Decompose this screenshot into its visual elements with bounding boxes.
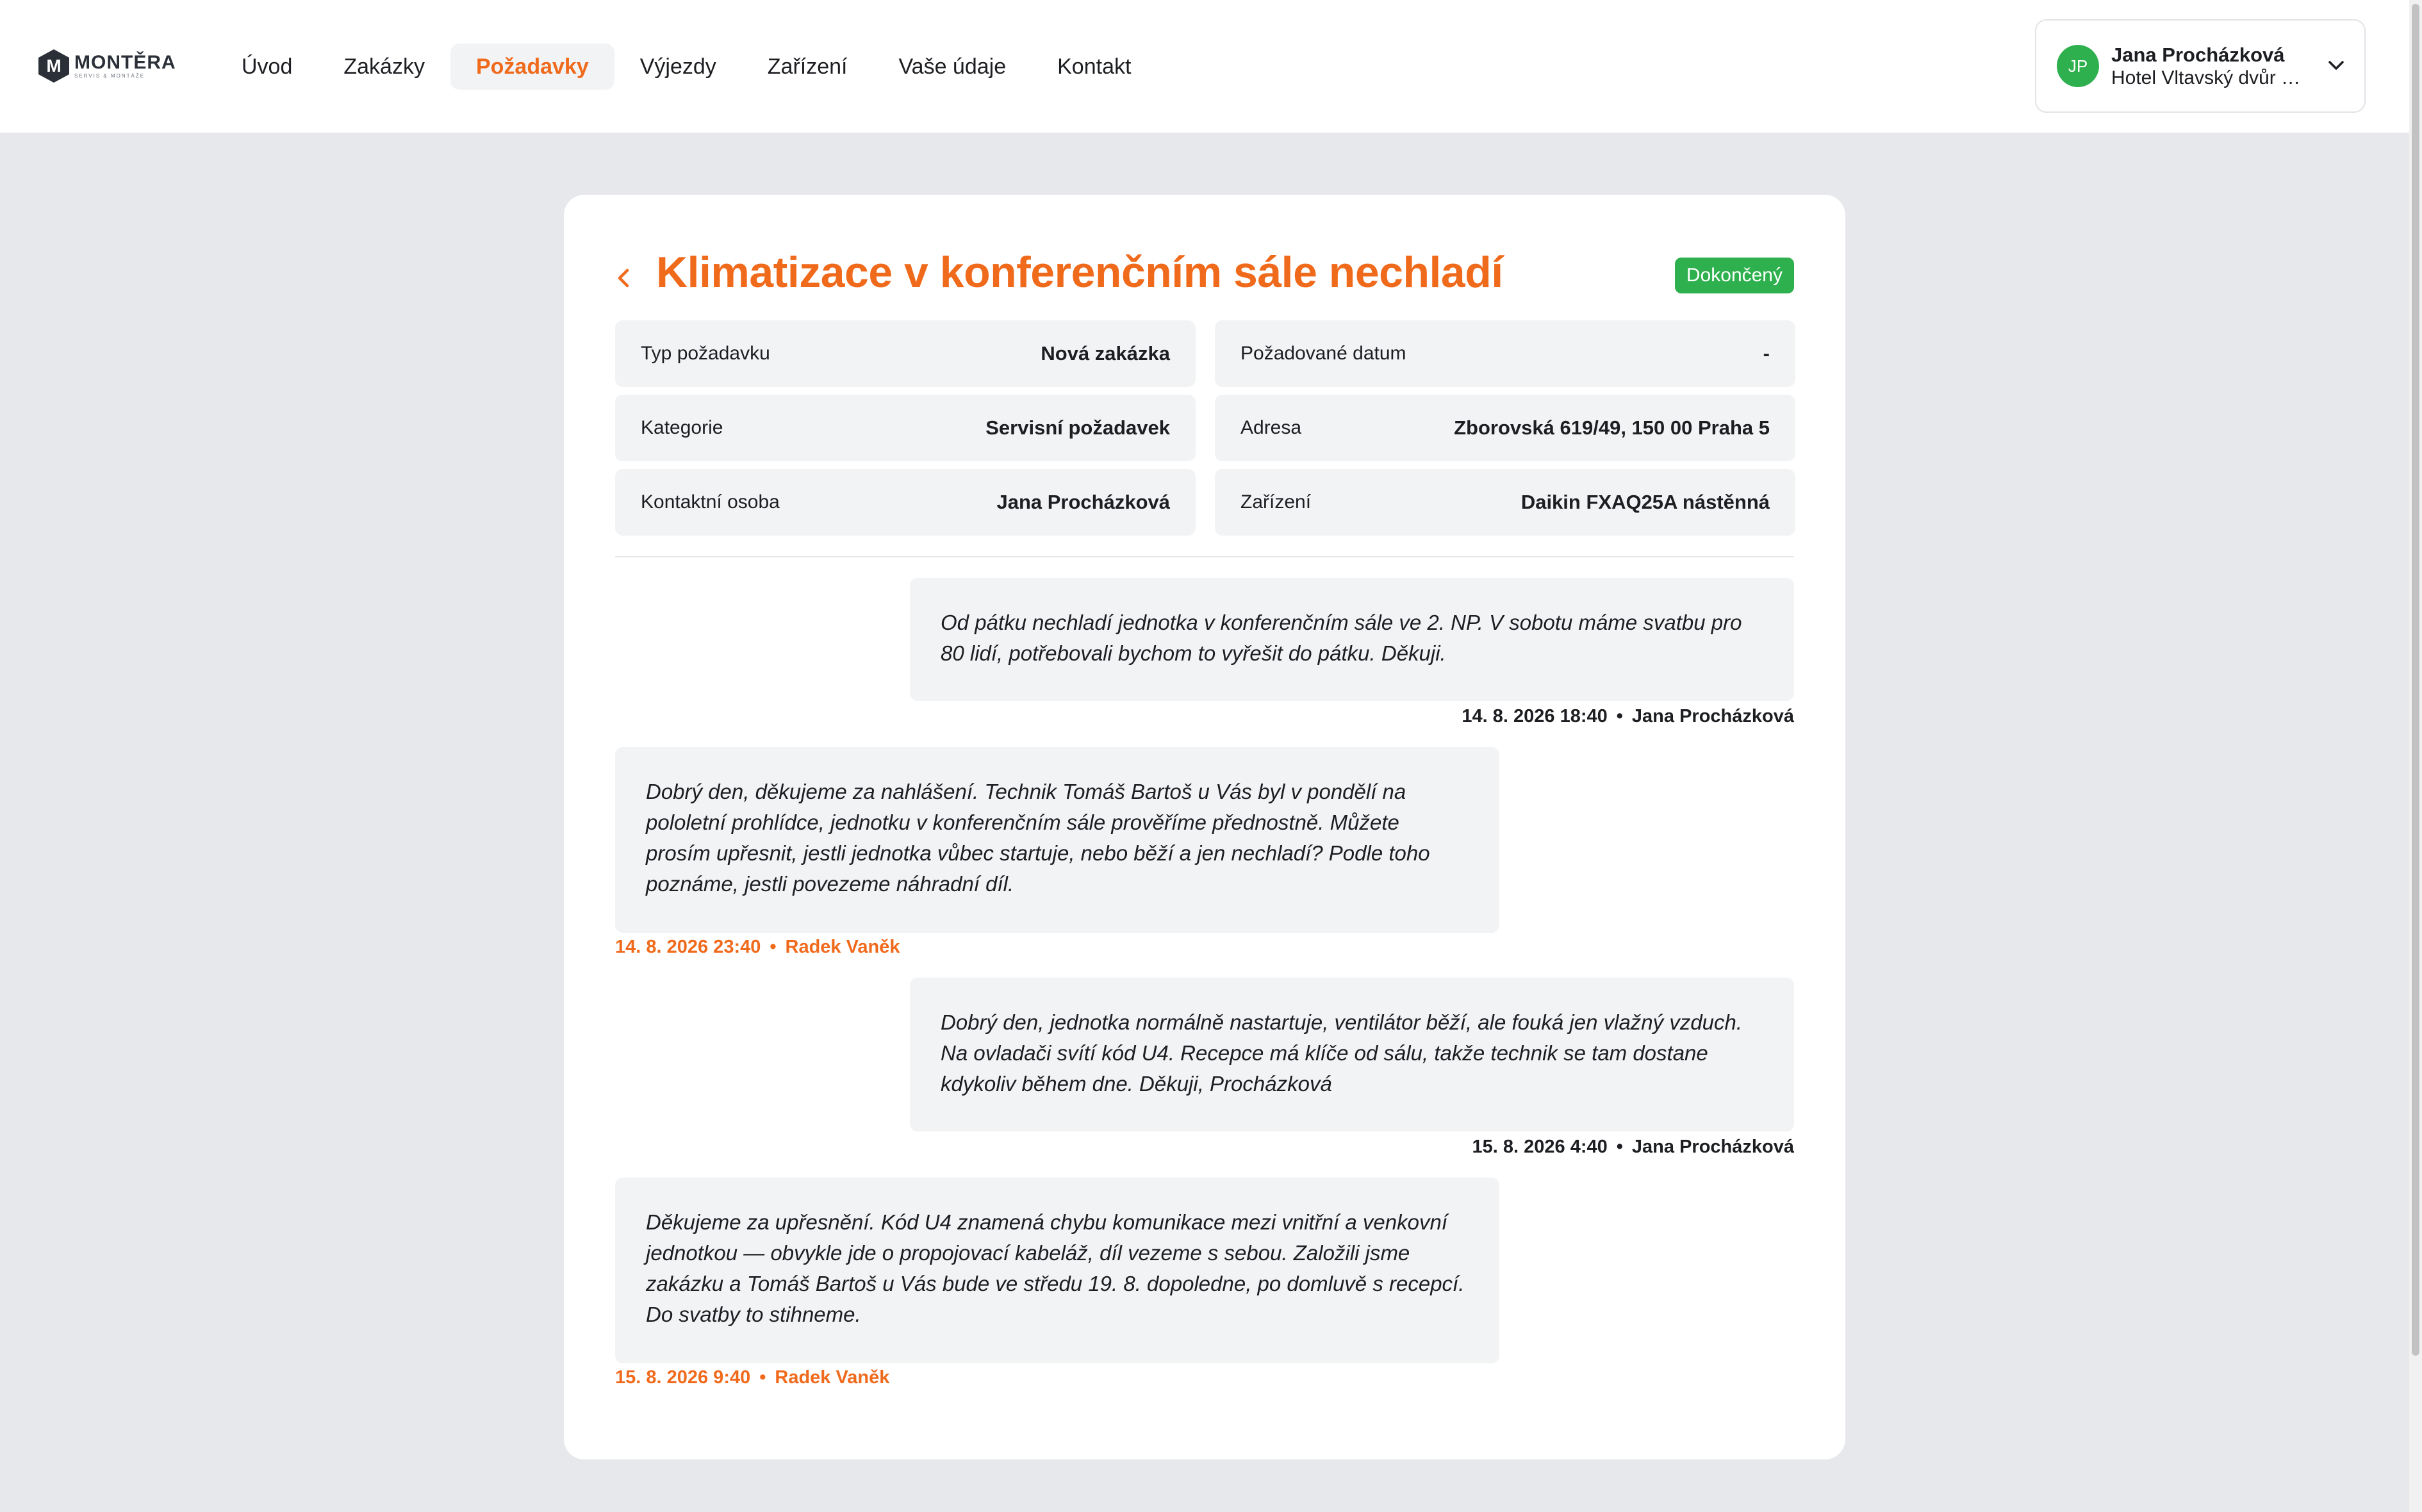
- field-kontaktni-osoba: Kontaktní osoba Jana Procházková: [615, 469, 1196, 536]
- field-value: Zborovská 619/49, 150 00 Praha 5: [1454, 416, 1770, 439]
- scrollbar-thumb[interactable]: [2412, 4, 2419, 1356]
- message-author: Radek Vaněk: [775, 1367, 890, 1388]
- nav-item-vase-udaje[interactable]: Vaše údaje: [873, 44, 1032, 90]
- field-kategorie: Kategorie Servisní požadavek: [615, 395, 1196, 461]
- field-adresa: Adresa Zborovská 619/49, 150 00 Praha 5: [1215, 395, 1795, 461]
- message-staff: Děkujeme za upřesnění. Kód U4 znamená ch…: [615, 1178, 1499, 1363]
- status-badge: Dokončený: [1674, 258, 1794, 293]
- back-chevron-left-icon[interactable]: [612, 260, 635, 296]
- nav-item-pozadavky[interactable]: Požadavky: [450, 44, 614, 90]
- message-time: 15. 8. 2026 9:40: [615, 1367, 751, 1388]
- user-organization: Hotel Vltavský dvůr s.r.o.: [2111, 67, 2303, 88]
- meta-separator: •: [1616, 1137, 1623, 1157]
- field-value: -: [1763, 342, 1770, 365]
- meta-separator: •: [1616, 706, 1623, 727]
- message-time: 15. 8. 2026 4:40: [1472, 1137, 1608, 1157]
- page-scrollbar[interactable]: [2409, 0, 2422, 1512]
- message-staff: Dobrý den, děkujeme za nahlášení. Techni…: [615, 747, 1499, 933]
- message-author: Jana Procházková: [1631, 1137, 1794, 1157]
- divider: [615, 556, 1794, 557]
- message-customer: Dobrý den, jednotka normálně nastartuje,…: [910, 978, 1794, 1131]
- message-author: Jana Procházková: [1631, 706, 1794, 727]
- field-zarizeni: Zařízení Daikin FXAQ25A nástěnná: [1215, 469, 1795, 536]
- message-meta: 14. 8. 2026 23:40 • Radek Vaněk: [615, 937, 900, 958]
- chevron-down-icon: [2328, 61, 2344, 70]
- nav-item-zakazky[interactable]: Zakázky: [318, 44, 450, 90]
- field-label: Kontaktní osoba: [641, 491, 780, 513]
- nav-item-kontakt[interactable]: Kontakt: [1032, 44, 1157, 90]
- request-detail-card: Klimatizace v konferenčním sále nechladí…: [564, 195, 1845, 1459]
- logo-mark-icon: M: [38, 49, 69, 83]
- nav-item-zarizeni[interactable]: Zařízení: [742, 44, 873, 90]
- field-label: Adresa: [1240, 417, 1302, 438]
- logo-text: MONTĚRA SERVIS & MONTÁŽE: [74, 53, 176, 79]
- message-customer: Od pátku nechladí jednotka v konferenční…: [910, 578, 1794, 701]
- message-meta: 14. 8. 2026 18:40 • Jana Procházková: [1462, 706, 1794, 727]
- field-value: Nová zakázka: [1041, 342, 1170, 365]
- field-value: Daikin FXAQ25A nástěnná: [1520, 491, 1770, 513]
- avatar: JP: [2057, 45, 2099, 87]
- message-author: Radek Vaněk: [785, 937, 900, 957]
- field-label: Požadované datum: [1240, 343, 1406, 364]
- message-meta: 15. 8. 2026 4:40 • Jana Procházková: [1472, 1137, 1794, 1158]
- nav-item-vyjezdy[interactable]: Výjezdy: [614, 44, 742, 90]
- field-label: Zařízení: [1240, 491, 1312, 513]
- field-value: Jana Procházková: [996, 491, 1170, 513]
- nav-item-uvod[interactable]: Úvod: [216, 44, 318, 90]
- message-time: 14. 8. 2026 23:40: [615, 937, 761, 957]
- field-label: Kategorie: [641, 417, 723, 438]
- field-typ-pozadavku: Typ požadavku Nová zakázka: [615, 320, 1196, 387]
- user-menu-button[interactable]: JP Jana Procházková Hotel Vltavský dvůr …: [2035, 19, 2366, 113]
- message-meta: 15. 8. 2026 9:40 • Radek Vaněk: [615, 1367, 889, 1388]
- brand-name: MONTĚRA: [74, 52, 176, 73]
- brand-tagline: SERVIS & MONTÁŽE: [74, 73, 145, 79]
- meta-separator: •: [770, 937, 777, 957]
- field-value: Servisní požadavek: [985, 416, 1170, 439]
- top-navigation-bar: M MONTĚRA SERVIS & MONTÁŽE Úvod Zakázky …: [0, 0, 2409, 133]
- page-title: Klimatizace v konferenčním sále nechladí: [656, 248, 1503, 297]
- field-label: Typ požadavku: [641, 343, 770, 364]
- main-nav: Úvod Zakázky Požadavky Výjezdy Zařízení …: [216, 44, 1157, 90]
- message-time: 14. 8. 2026 18:40: [1462, 706, 1608, 727]
- field-pozadovane-datum: Požadované datum -: [1215, 320, 1795, 387]
- user-name: Jana Procházková: [2111, 44, 2285, 66]
- meta-separator: •: [759, 1367, 766, 1388]
- montera-logo[interactable]: M MONTĚRA SERVIS & MONTÁŽE: [38, 49, 176, 83]
